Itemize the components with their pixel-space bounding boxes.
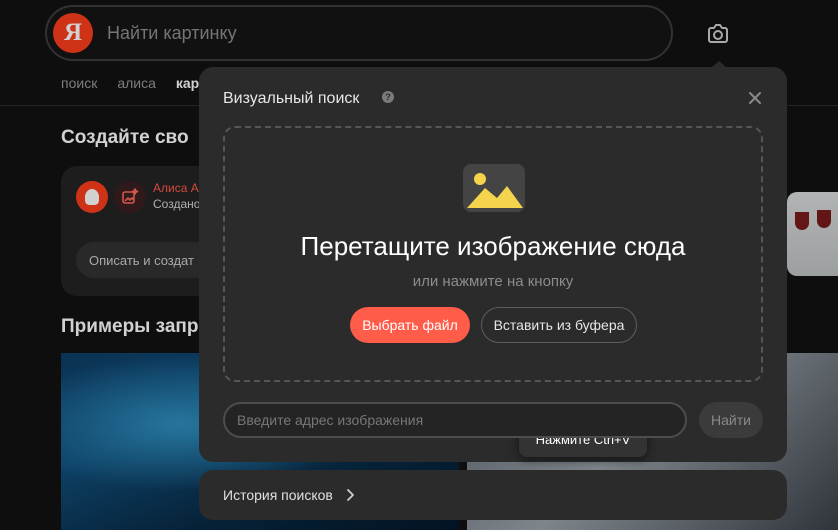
image-url-input[interactable] — [223, 402, 687, 438]
paste-from-clipboard-button[interactable]: Вставить из буфера — [481, 307, 637, 343]
modal-title: Визуальный поиск — [223, 90, 360, 107]
close-button[interactable] — [746, 89, 764, 107]
dropzone-subtitle: или нажмите на кнопку — [412, 273, 574, 290]
search-history-label: История поисков — [223, 487, 333, 503]
chevron-right-icon — [347, 489, 354, 501]
visual-search-modal: Визуальный поиск ? Перетащите изображени… — [199, 67, 787, 462]
choose-file-button[interactable]: Выбрать файл — [350, 307, 470, 343]
image-icon — [463, 164, 525, 212]
close-icon — [749, 92, 761, 104]
search-history-panel[interactable]: История поисков — [199, 470, 787, 520]
image-dropzone[interactable]: Перетащите изображение сюда или нажмите … — [223, 126, 763, 457]
find-button[interactable]: Найти — [699, 402, 763, 438]
help-icon[interactable]: ? — [382, 91, 394, 103]
dropzone-title: Перетащите изображение сюда — [300, 231, 686, 261]
